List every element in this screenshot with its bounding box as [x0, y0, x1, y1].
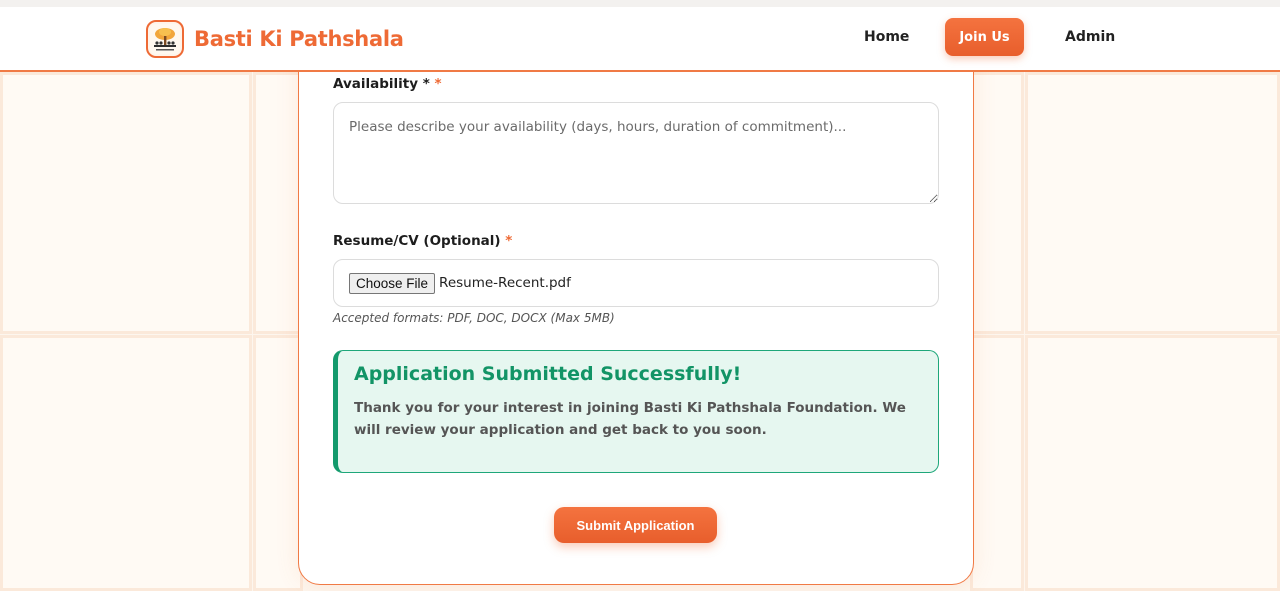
resume-label: Resume/CV (Optional) * [333, 233, 512, 249]
site-header: Basti Ki Pathshala Home Join Us Admin [0, 7, 1280, 72]
nav-admin-link[interactable]: Admin [1065, 29, 1115, 45]
availability-label-text: Availability * [333, 76, 430, 92]
nav-home-link[interactable]: Home [864, 29, 909, 45]
nav-join-us-button[interactable]: Join Us [945, 18, 1024, 56]
success-title: Application Submitted Successfully! [354, 363, 742, 385]
success-alert: Application Submitted Successfully! Than… [333, 350, 939, 473]
submit-application-button[interactable]: Submit Application [554, 507, 717, 543]
choose-file-button[interactable]: Choose File [349, 272, 436, 294]
accepted-formats-hint: Accepted formats: PDF, DOC, DOCX (Max 5M… [333, 311, 615, 325]
brand[interactable]: Basti Ki Pathshala [146, 20, 404, 58]
availability-label: Availability * * [333, 76, 442, 92]
resume-label-text: Resume/CV (Optional) [333, 233, 501, 249]
selected-file-name: Resume-Recent.pdf [439, 275, 571, 291]
resume-file-input[interactable]: Choose File Resume-Recent.pdf [333, 259, 939, 307]
brand-name: Basti Ki Pathshala [194, 27, 404, 51]
required-mark: * [505, 233, 513, 249]
tree-logo-icon [146, 20, 184, 58]
availability-textarea[interactable] [333, 102, 939, 204]
top-strip [0, 0, 1280, 7]
success-message: Thank you for your interest in joining B… [354, 400, 906, 438]
required-mark: * [434, 76, 442, 92]
